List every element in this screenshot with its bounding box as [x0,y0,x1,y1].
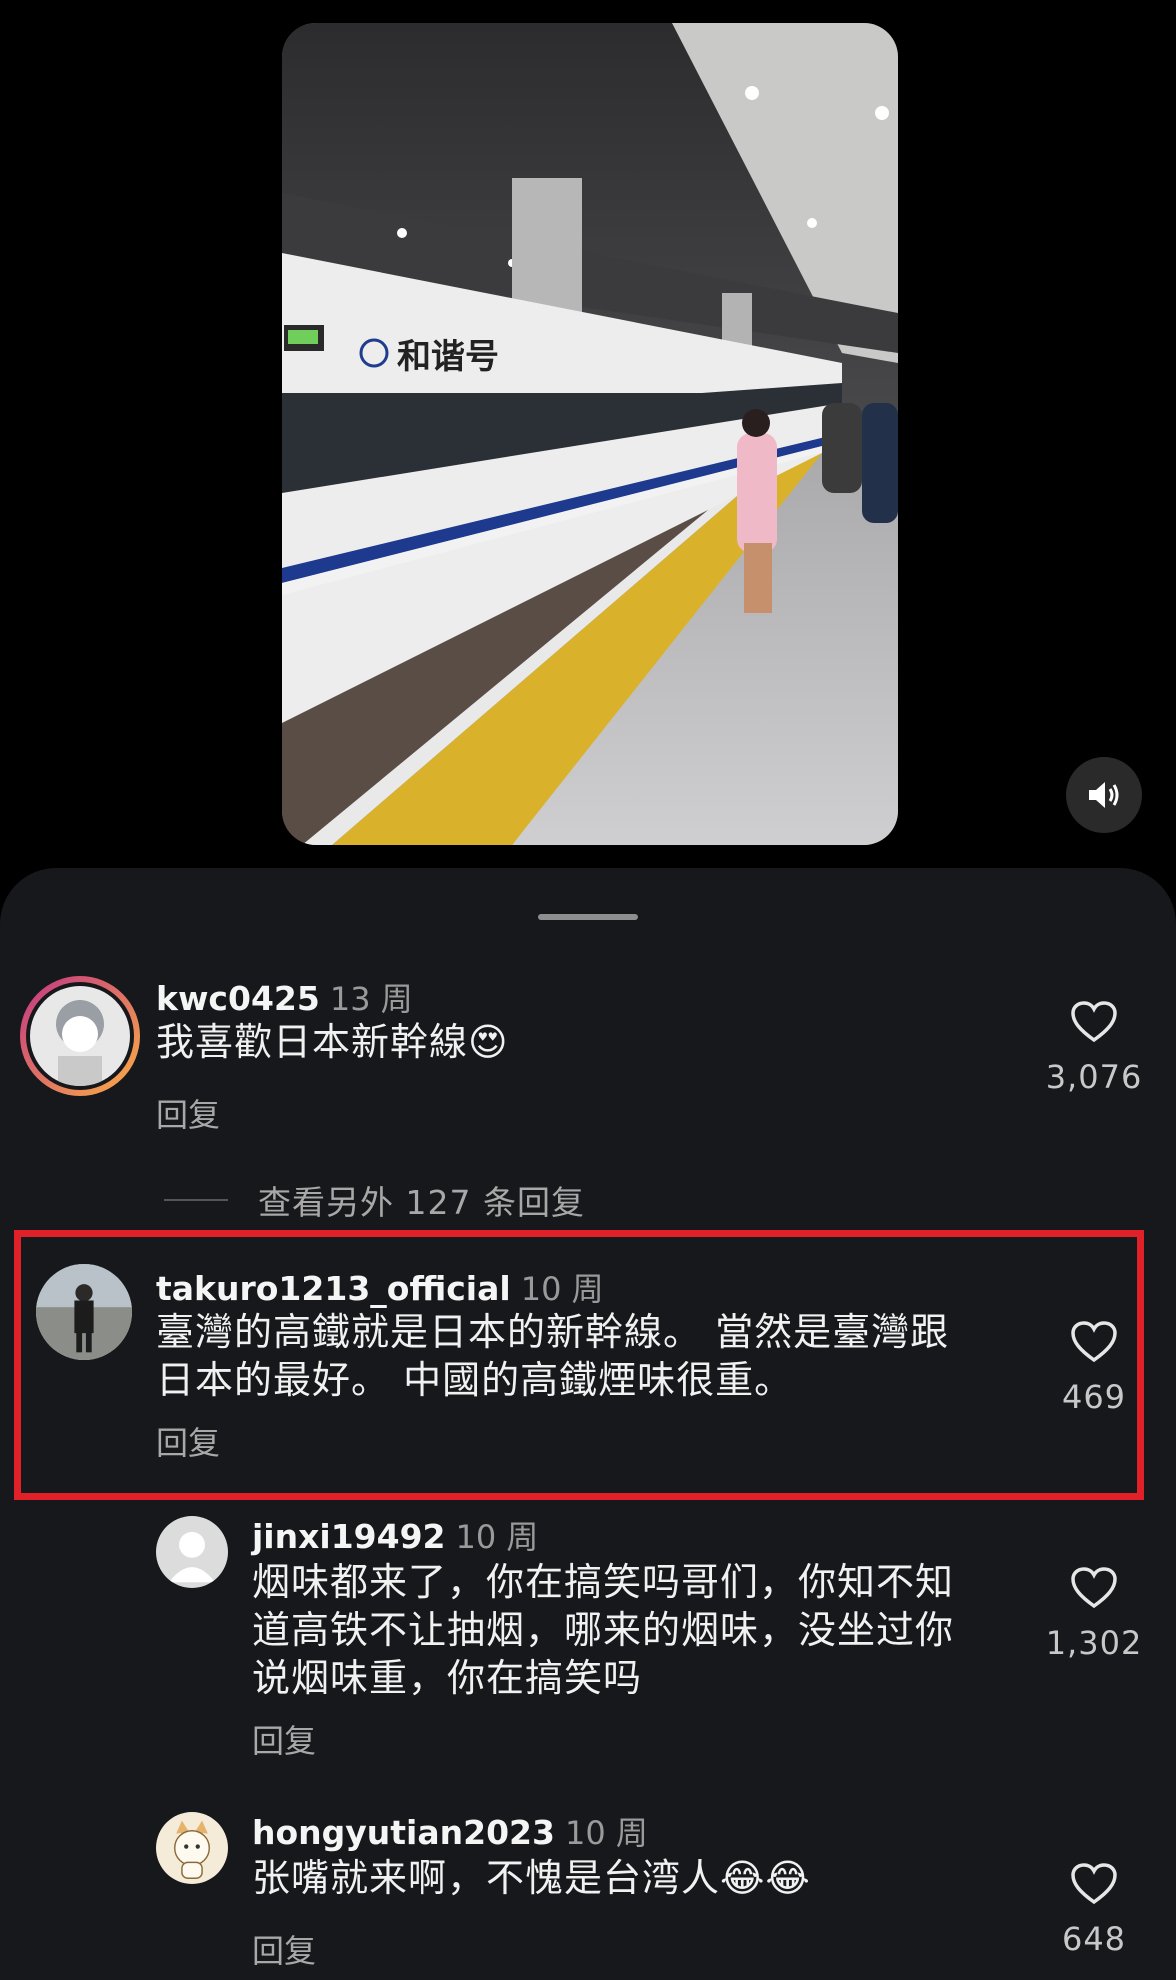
reply-button[interactable]: 回复 [156,1090,220,1136]
avatar [30,986,130,1086]
view-more-replies-label: 查看另外 127 条回复 [258,1183,585,1222]
divider [164,1199,228,1201]
heart-icon[interactable] [1070,1862,1118,1906]
comment-text: 烟味都来了，你在搞笑吗哥们，你知不知 道高铁不让抽烟，哪来的烟味，没坐过你 说烟… [252,1558,954,1702]
comment-time: 10 周 [455,1518,539,1556]
video-player[interactable]: 和谐号 [282,23,898,845]
like-count: 3,076 [1045,1058,1143,1096]
reply-button[interactable]: 回复 [252,1926,316,1972]
comment-time: 13 周 [329,980,413,1018]
comment-username[interactable]: kwc0425 [156,979,320,1018]
comment-text: 张嘴就来啊，不愧是台湾人😂😂 [252,1856,811,1900]
cat-avatar-icon [174,1820,210,1879]
comment-time: 10 周 [564,1814,648,1852]
train-platform-photo: 和谐号 [282,23,898,845]
like-control[interactable]: 469 [1044,1320,1144,1416]
avatar-story-ring[interactable] [20,976,140,1096]
comment-text: 臺灣的高鐵就是日本的新幹線。 當然是臺灣跟 日本的最好。 中國的高鐵煙味很重。 [156,1308,949,1404]
like-control[interactable]: 1,302 [1044,1566,1144,1662]
view-more-replies-button[interactable]: 查看另外 127 条回复 [164,1176,585,1224]
comment-text-line: 日本的最好。 中國的高鐵煙味很重。 [156,1358,794,1402]
heart-icon[interactable] [1070,1566,1118,1610]
avatar[interactable] [156,1812,228,1884]
user-icon [168,1531,216,1583]
like-count: 1,302 [1045,1624,1143,1662]
comment-username[interactable]: jinxi19492 [252,1517,446,1556]
sheet-drag-handle[interactable] [538,914,638,920]
comment-text-line: 臺灣的高鐵就是日本的新幹線。 當然是臺灣跟 [156,1310,950,1354]
heart-icon[interactable] [1070,1000,1118,1044]
heart-icon[interactable] [1070,1320,1118,1364]
comment-text-line: 说烟味重，你在搞笑吗 [252,1656,643,1700]
avatar-default[interactable] [156,1516,228,1588]
avatar[interactable] [36,1264,132,1360]
comment-text-line: 道高铁不让抽烟，哪来的烟味，没坐过你 [252,1608,955,1652]
comment-text-line: 烟味都来了，你在搞笑吗哥们，你知不知 [252,1560,955,1604]
speaker-icon [1089,782,1119,808]
comment-text: 我喜歡日本新幹線😍 [156,1020,509,1064]
comments-sheet: kwc0425 13 周 我喜歡日本新幹線😍 回复 3,076 查看另外 127 … [0,868,1176,1980]
like-count: 648 [1061,1920,1127,1958]
reply-button[interactable]: 回复 [252,1716,316,1762]
like-control[interactable]: 3,076 [1044,1000,1144,1096]
comment-username[interactable]: hongyutian2023 [252,1813,555,1852]
train-name-label: 和谐号 [397,337,499,377]
reply-button[interactable]: 回复 [156,1418,220,1464]
like-control[interactable]: 648 [1044,1862,1144,1958]
sound-toggle-button[interactable] [1066,757,1142,833]
comment-username[interactable]: takuro1213_official [156,1269,511,1308]
comment-time: 10 周 [520,1270,604,1308]
screen: 和谐号 kwc0425 13 周 我喜歡日本新幹線😍 回复 3,076 查看另外… [0,0,1176,1980]
like-count: 469 [1061,1378,1127,1416]
